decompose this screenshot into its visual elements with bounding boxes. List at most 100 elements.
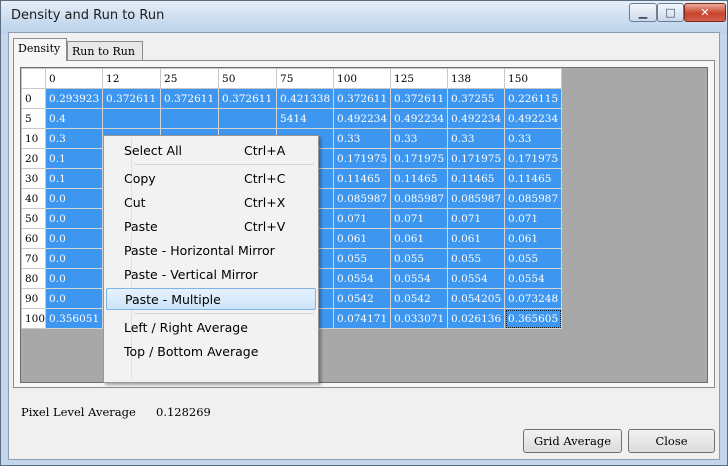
grid-cell[interactable]: 0.033071: [390, 308, 449, 329]
menu-item-paste-multiple[interactable]: Paste - Multiple: [106, 288, 316, 310]
grid-cell[interactable]: 0.1: [45, 148, 104, 169]
grid-cell[interactable]: [218, 108, 278, 129]
grid-cell[interactable]: 0.061: [504, 228, 563, 249]
column-header[interactable]: 125: [390, 68, 449, 89]
grid-cell[interactable]: 0.492234: [447, 108, 506, 129]
grid-cell[interactable]: 0.492234: [333, 108, 392, 129]
grid-cell[interactable]: 0.0542: [390, 288, 449, 309]
column-header[interactable]: 0: [45, 68, 104, 89]
column-header[interactable]: 50: [218, 68, 278, 89]
grid-cell[interactable]: [102, 108, 162, 129]
grid-cell[interactable]: 0.0542: [333, 288, 392, 309]
row-header[interactable]: 0: [20, 88, 47, 109]
tab-run-to-run[interactable]: Run to Run: [67, 41, 143, 60]
row-header[interactable]: 100: [20, 308, 47, 329]
menu-item-copy[interactable]: Copy Ctrl+C: [106, 168, 316, 190]
close-button[interactable]: Close: [628, 429, 715, 453]
grid-cell[interactable]: 0.0554: [504, 268, 563, 289]
grid-cell[interactable]: 0.085987: [447, 188, 506, 209]
row-header[interactable]: 60: [20, 228, 47, 249]
grid-average-button[interactable]: Grid Average: [523, 429, 622, 453]
column-header[interactable]: 75: [276, 68, 335, 89]
menu-item-paste-horizontal-mirror[interactable]: Paste - Horizontal Mirror: [106, 240, 316, 262]
grid-cell[interactable]: 0.492234: [390, 108, 449, 129]
grid-cell[interactable]: 0.0554: [390, 268, 449, 289]
grid-cell[interactable]: 0.085987: [333, 188, 392, 209]
grid-cell[interactable]: 0.372611: [102, 88, 162, 109]
grid-cell[interactable]: 0.171975: [390, 148, 449, 169]
grid-cell[interactable]: 0.085987: [390, 188, 449, 209]
row-header[interactable]: 90: [20, 288, 47, 309]
column-header[interactable]: 100: [333, 68, 392, 89]
column-header[interactable]: 138: [447, 68, 506, 89]
column-header[interactable]: 25: [160, 68, 220, 89]
grid-cell[interactable]: 0.054205: [447, 288, 506, 309]
grid-cell[interactable]: 0.085987: [504, 188, 563, 209]
grid-cell[interactable]: 0.372611: [160, 88, 220, 109]
grid-cell[interactable]: 0.061: [333, 228, 392, 249]
title-bar[interactable]: Density and Run to Run ▁ □ ✕: [1, 1, 727, 35]
menu-item-cut[interactable]: Cut Ctrl+X: [106, 192, 316, 214]
grid-cell[interactable]: 0.3: [45, 128, 104, 149]
grid-cell[interactable]: 0.492234: [504, 108, 563, 129]
grid-cell[interactable]: 0.055: [390, 248, 449, 269]
grid-cell[interactable]: 0.171975: [447, 148, 506, 169]
grid-cell[interactable]: 0.055: [333, 248, 392, 269]
grid-cell[interactable]: 0.026136: [447, 308, 506, 329]
grid-cell[interactable]: 0.372611: [390, 88, 449, 109]
grid-cell[interactable]: 0.074171: [333, 308, 392, 329]
grid-cell[interactable]: 0.061: [390, 228, 449, 249]
grid-cell[interactable]: 0.372611: [218, 88, 278, 109]
menu-item-left-right-average[interactable]: Left / Right Average: [106, 317, 316, 339]
grid-cell[interactable]: 0.171975: [504, 148, 563, 169]
row-header[interactable]: 80: [20, 268, 47, 289]
close-window-button[interactable]: ✕: [684, 3, 726, 22]
grid-cell[interactable]: 0.226115: [504, 88, 563, 109]
grid-cell[interactable]: 0.365605: [504, 308, 563, 329]
row-header[interactable]: 70: [20, 248, 47, 269]
menu-item-top-bottom-average[interactable]: Top / Bottom Average: [106, 341, 316, 363]
column-header[interactable]: 150: [504, 68, 563, 89]
grid-cell[interactable]: 0.055: [447, 248, 506, 269]
menu-item-paste-vertical-mirror[interactable]: Paste - Vertical Mirror: [106, 264, 316, 286]
column-header[interactable]: 12: [102, 68, 162, 89]
grid-cell[interactable]: 0.33: [390, 128, 449, 149]
grid-cell[interactable]: 0.073248: [504, 288, 563, 309]
grid-cell[interactable]: 0.372611: [333, 88, 392, 109]
grid-cell[interactable]: 0.33: [333, 128, 392, 149]
grid-cell[interactable]: 0.0554: [447, 268, 506, 289]
grid-cell[interactable]: 0.0: [45, 208, 104, 229]
row-header[interactable]: 10: [20, 128, 47, 149]
grid-cell[interactable]: 0.4: [45, 108, 104, 129]
menu-item-paste[interactable]: Paste Ctrl+V: [106, 216, 316, 238]
grid-cell[interactable]: 0.071: [447, 208, 506, 229]
grid-cell[interactable]: 0.37255: [447, 88, 506, 109]
grid-cell[interactable]: 0.33: [504, 128, 563, 149]
grid-corner[interactable]: [20, 68, 47, 89]
grid-cell[interactable]: 0.0: [45, 188, 104, 209]
grid-cell[interactable]: 0.061: [447, 228, 506, 249]
grid-cell[interactable]: 0.0: [45, 288, 104, 309]
row-header[interactable]: 30: [20, 168, 47, 189]
grid-cell[interactable]: 0.0: [45, 248, 104, 269]
row-header[interactable]: 50: [20, 208, 47, 229]
maximize-button[interactable]: □: [657, 3, 684, 22]
grid-cell[interactable]: 0.0: [45, 268, 104, 289]
grid-cell[interactable]: 0.11465: [504, 168, 563, 189]
grid-cell[interactable]: 5414: [276, 108, 335, 129]
grid-cell[interactable]: 0.356051: [45, 308, 104, 329]
row-header[interactable]: 20: [20, 148, 47, 169]
grid-cell[interactable]: 0.421338: [276, 88, 335, 109]
grid-cell[interactable]: 0.071: [504, 208, 563, 229]
tab-density[interactable]: Density: [13, 38, 67, 61]
grid-cell[interactable]: 0.0: [45, 228, 104, 249]
minimize-button[interactable]: ▁: [629, 3, 657, 22]
grid-cell[interactable]: 0.071: [390, 208, 449, 229]
grid-cell[interactable]: 0.0554: [333, 268, 392, 289]
grid-cell[interactable]: 0.33: [447, 128, 506, 149]
row-header[interactable]: 40: [20, 188, 47, 209]
grid-cell[interactable]: 0.171975: [333, 148, 392, 169]
grid-cell[interactable]: 0.055: [504, 248, 563, 269]
grid-cell[interactable]: 0.11465: [447, 168, 506, 189]
grid-cell[interactable]: 0.11465: [333, 168, 392, 189]
